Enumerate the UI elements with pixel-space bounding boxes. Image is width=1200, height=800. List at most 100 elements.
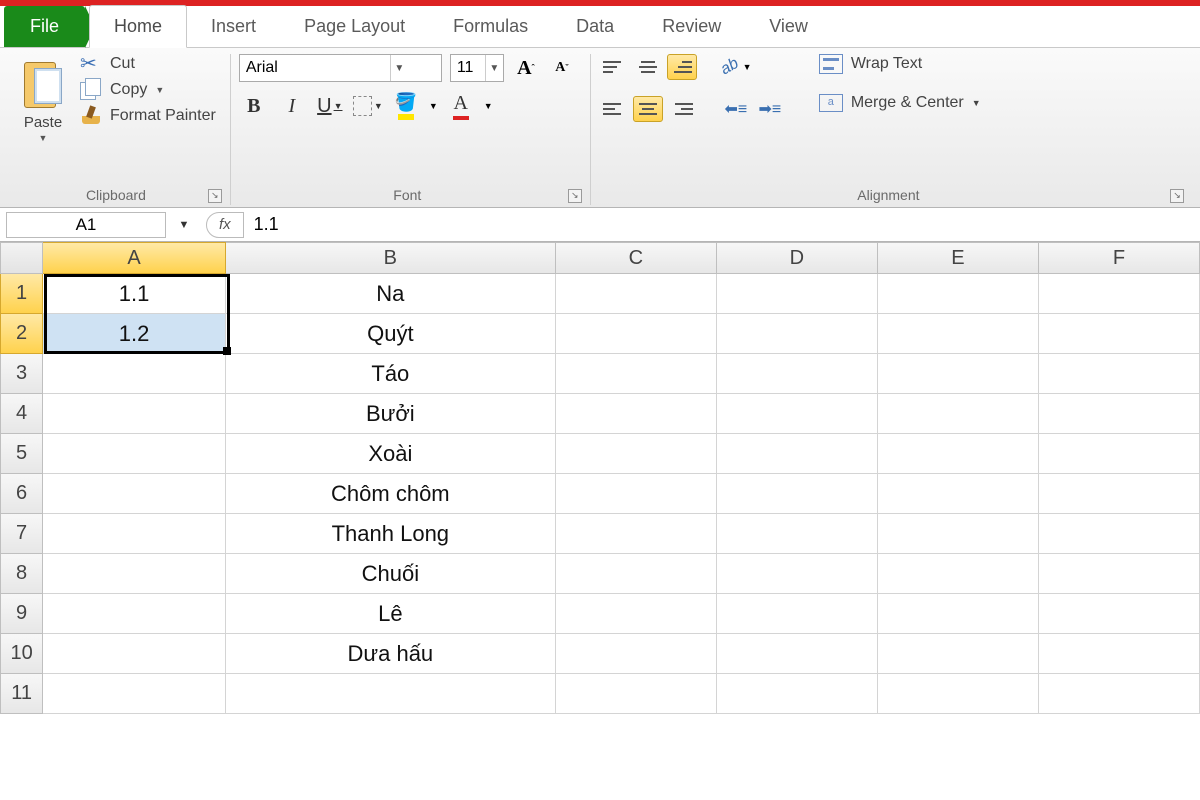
paste-button[interactable]: Paste ▼ (16, 54, 70, 145)
italic-button[interactable]: I (277, 92, 307, 120)
tab-insert[interactable]: Insert (187, 6, 280, 47)
cell-F2[interactable] (1039, 314, 1200, 354)
font-name-input[interactable] (240, 59, 390, 77)
cell-B1[interactable]: Na (226, 274, 556, 314)
cell-F7[interactable] (1039, 514, 1200, 554)
chevron-down-icon[interactable]: ▼ (429, 101, 438, 111)
cell-A4[interactable] (43, 394, 226, 434)
col-header-E[interactable]: E (878, 242, 1039, 274)
cell-C6[interactable] (556, 474, 717, 514)
cell-D3[interactable] (717, 354, 878, 394)
cell-A10[interactable] (43, 634, 226, 674)
cell-B7[interactable]: Thanh Long (226, 514, 556, 554)
cell-E5[interactable] (878, 434, 1039, 474)
underline-button[interactable]: U▼ (315, 92, 345, 120)
cell-A6[interactable] (43, 474, 226, 514)
cell-F3[interactable] (1039, 354, 1200, 394)
cell-D11[interactable] (717, 674, 878, 714)
cell-E1[interactable] (878, 274, 1039, 314)
cell-B4[interactable]: Bưởi (226, 394, 556, 434)
cut-button[interactable]: ✂ Cut (80, 54, 216, 74)
cell-B9[interactable]: Lê (226, 594, 556, 634)
row-header[interactable]: 2 (0, 314, 43, 354)
align-left-button[interactable] (599, 96, 629, 122)
font-launcher[interactable]: ↘ (568, 189, 582, 203)
decrease-indent-button[interactable]: ⬅≡ (721, 96, 751, 122)
row-header[interactable]: 8 (0, 554, 43, 594)
cell-C5[interactable] (556, 434, 717, 474)
cell-C9[interactable] (556, 594, 717, 634)
cell-D2[interactable] (717, 314, 878, 354)
grow-font-button[interactable]: Aˆ (512, 55, 540, 81)
row-header[interactable]: 10 (0, 634, 43, 674)
formula-input[interactable] (254, 214, 1200, 235)
cell-E11[interactable] (878, 674, 1039, 714)
row-header[interactable]: 1 (0, 274, 43, 314)
clipboard-launcher[interactable]: ↘ (208, 189, 222, 203)
tab-home[interactable]: Home (89, 5, 187, 48)
cell-B10[interactable]: Dưa hấu (226, 634, 556, 674)
cell-C2[interactable] (556, 314, 717, 354)
font-color-button[interactable]: A (446, 92, 476, 120)
cell-E4[interactable] (878, 394, 1039, 434)
cell-A3[interactable] (43, 354, 226, 394)
cell-C1[interactable] (556, 274, 717, 314)
alignment-launcher[interactable]: ↘ (1170, 189, 1184, 203)
shrink-font-button[interactable]: Aˇ (548, 55, 576, 81)
font-name-combo[interactable]: ▼ (239, 54, 442, 82)
merge-center-button[interactable]: Merge & Center ▼ (819, 94, 981, 112)
col-header-C[interactable]: C (556, 242, 717, 274)
chevron-down-icon[interactable]: ▼ (484, 101, 493, 111)
tab-page-layout[interactable]: Page Layout (280, 6, 429, 47)
cell-A7[interactable] (43, 514, 226, 554)
format-painter-button[interactable]: Format Painter (80, 106, 216, 126)
cell-A1[interactable]: 1.1 (43, 274, 226, 314)
chevron-down-icon[interactable]: ▼ (390, 55, 408, 81)
font-size-input[interactable] (451, 59, 485, 77)
select-all-corner[interactable] (0, 242, 43, 274)
tab-review[interactable]: Review (638, 6, 745, 47)
fill-color-button[interactable]: 🪣 (391, 92, 421, 120)
row-header[interactable]: 3 (0, 354, 43, 394)
cell-D5[interactable] (717, 434, 878, 474)
cell-D6[interactable] (717, 474, 878, 514)
cell-D10[interactable] (717, 634, 878, 674)
cell-C4[interactable] (556, 394, 717, 434)
row-header[interactable]: 5 (0, 434, 43, 474)
col-header-F[interactable]: F (1039, 242, 1200, 274)
cell-E7[interactable] (878, 514, 1039, 554)
tab-data[interactable]: Data (552, 6, 638, 47)
cell-F6[interactable] (1039, 474, 1200, 514)
cell-E6[interactable] (878, 474, 1039, 514)
cell-F10[interactable] (1039, 634, 1200, 674)
cell-B6[interactable]: Chôm chôm (226, 474, 556, 514)
cell-D4[interactable] (717, 394, 878, 434)
orientation-button[interactable]: ab ▼ (721, 54, 752, 80)
row-header[interactable]: 4 (0, 394, 43, 434)
col-header-D[interactable]: D (717, 242, 878, 274)
name-box-dropdown[interactable]: ▼ (172, 212, 196, 238)
cell-A8[interactable] (43, 554, 226, 594)
cell-D7[interactable] (717, 514, 878, 554)
cell-B3[interactable]: Táo (226, 354, 556, 394)
cell-A5[interactable] (43, 434, 226, 474)
fx-icon[interactable]: fx (219, 216, 231, 233)
name-box[interactable]: A1 (6, 212, 166, 238)
cell-B2[interactable]: Quýt (226, 314, 556, 354)
align-right-button[interactable] (667, 96, 697, 122)
cell-B11[interactable] (226, 674, 556, 714)
cell-A2[interactable]: 1.2 (43, 314, 226, 354)
row-header[interactable]: 11 (0, 674, 43, 714)
tab-formulas[interactable]: Formulas (429, 6, 552, 47)
align-center-button[interactable] (633, 96, 663, 122)
cell-D8[interactable] (717, 554, 878, 594)
cell-E9[interactable] (878, 594, 1039, 634)
cell-E3[interactable] (878, 354, 1039, 394)
borders-button[interactable]: ▼ (353, 92, 383, 120)
row-header[interactable]: 7 (0, 514, 43, 554)
tab-view[interactable]: View (745, 6, 832, 47)
cell-B8[interactable]: Chuối (226, 554, 556, 594)
font-size-combo[interactable]: ▼ (450, 54, 504, 82)
cell-D1[interactable] (717, 274, 878, 314)
tab-file[interactable]: File (4, 6, 85, 47)
